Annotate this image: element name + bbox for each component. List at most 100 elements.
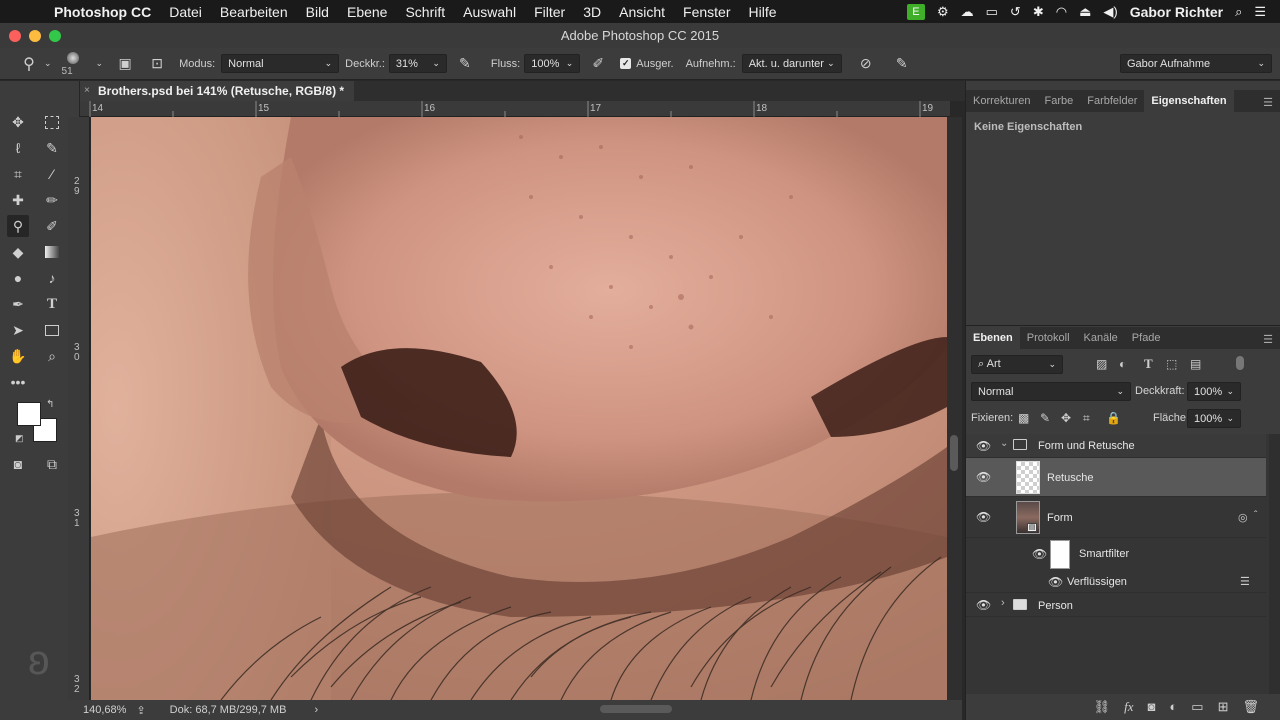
- blend-mode-select[interactable]: Normal ⌄: [971, 382, 1131, 401]
- sharing-icon[interactable]: ⚙: [937, 4, 949, 20]
- zoom-tool-icon[interactable]: ⌕: [41, 345, 63, 367]
- chevron-down-icon[interactable]: ⌄: [96, 58, 104, 69]
- horizontal-scroll-thumb[interactable]: [600, 705, 672, 713]
- marquee-tool-icon[interactable]: [41, 111, 63, 133]
- bluetooth-icon[interactable]: ✱: [1033, 4, 1044, 20]
- vertical-scroll-thumb[interactable]: [950, 435, 958, 471]
- eyedropper-tool-icon[interactable]: ⁄: [41, 163, 63, 185]
- mode-select[interactable]: Normal ⌄: [221, 54, 340, 73]
- visibility-eye-icon[interactable]: 👁: [976, 598, 991, 612]
- filter-adjustment-layers-icon[interactable]: ◐: [1119, 357, 1126, 371]
- ignore-adjustment-layers-icon[interactable]: ⊘: [854, 55, 878, 72]
- gradient-tool-icon[interactable]: [41, 241, 63, 263]
- chevron-right-icon[interactable]: ›: [1001, 597, 1005, 609]
- opacity-input[interactable]: 100% ⌄: [1187, 382, 1241, 401]
- document-tab[interactable]: × Brothers.psd bei 141% (Retusche, RGB/8…: [80, 81, 355, 101]
- crop-tool-icon[interactable]: ⌗: [7, 163, 29, 185]
- eraser-tool-icon[interactable]: ◆: [7, 241, 29, 263]
- opacity-select[interactable]: 31% ⌄: [388, 54, 447, 73]
- volume-icon[interactable]: ◀): [1103, 4, 1117, 20]
- airbrush-icon[interactable]: ✐: [586, 55, 610, 72]
- document-canvas[interactable]: [91, 117, 947, 700]
- tab-farbe[interactable]: Farbe: [1037, 90, 1080, 112]
- link-layers-icon[interactable]: ⛓: [1094, 699, 1111, 715]
- brush-panel-toggle-icon[interactable]: ▣: [113, 55, 137, 72]
- notification-center-icon[interactable]: ☰: [1254, 4, 1266, 20]
- pressure-opacity-icon[interactable]: ✎: [453, 55, 477, 72]
- fill-input[interactable]: 100% ⌄: [1187, 409, 1241, 428]
- chevron-up-icon[interactable]: ˆ: [1254, 510, 1257, 521]
- filter-shape-layers-icon[interactable]: ⬚: [1166, 357, 1177, 371]
- export-icon[interactable]: ⇪: [136, 704, 145, 717]
- menu-ebene[interactable]: Ebene: [347, 4, 387, 20]
- brush-tool-icon[interactable]: ✏: [41, 189, 63, 211]
- brush-preset-picker[interactable]: 51: [62, 49, 96, 79]
- visibility-eye-icon[interactable]: 👁: [976, 470, 991, 484]
- visibility-eye-icon[interactable]: 👁: [976, 510, 991, 524]
- menu-bearbeiten[interactable]: Bearbeiten: [220, 4, 288, 20]
- chevron-down-icon[interactable]: ⌄: [44, 58, 52, 69]
- hand-tool-icon[interactable]: ✋: [7, 345, 29, 367]
- tab-ebenen[interactable]: Ebenen: [966, 327, 1020, 349]
- layer-row[interactable]: 👁 › Person: [966, 593, 1266, 617]
- evernote-icon[interactable]: E: [906, 3, 925, 20]
- app-menu[interactable]: Photoshop CC: [54, 4, 151, 20]
- filter-smart-objects-icon[interactable]: ▤: [1190, 357, 1201, 371]
- menu-bild[interactable]: Bild: [306, 4, 329, 20]
- menu-3d[interactable]: 3D: [583, 4, 601, 20]
- spotlight-search-icon[interactable]: ⌕: [1235, 4, 1242, 20]
- tab-eigenschaften[interactable]: Eigenschaften: [1144, 90, 1234, 112]
- lock-position-icon[interactable]: ✥: [1061, 411, 1071, 425]
- chevron-down-icon[interactable]: ⌄: [1000, 438, 1008, 449]
- cloud-icon[interactable]: ☁: [961, 4, 974, 20]
- foreground-color-swatch[interactable]: [17, 402, 41, 426]
- sample-select[interactable]: Akt. u. darunter ⌄: [741, 54, 842, 73]
- menu-datei[interactable]: Datei: [169, 4, 202, 20]
- lock-image-pixels-icon[interactable]: ✎: [1040, 411, 1050, 425]
- menu-auswahl[interactable]: Auswahl: [463, 4, 516, 20]
- tab-kanaele[interactable]: Kanäle: [1077, 327, 1125, 349]
- zoom-window-button[interactable]: [49, 30, 61, 42]
- layer-row[interactable]: 👁 Smartfilter: [966, 538, 1266, 571]
- display-icon[interactable]: ▭: [986, 4, 998, 20]
- lasso-tool-icon[interactable]: ℓ: [7, 137, 29, 159]
- filter-blending-options-icon[interactable]: ☰: [1240, 575, 1250, 588]
- aligned-checkbox[interactable]: ✓: [620, 58, 632, 69]
- move-tool-icon[interactable]: ✥: [7, 111, 29, 133]
- layer-row[interactable]: 👁 ▤ Form ◎ ˆ: [966, 497, 1266, 538]
- new-layer-icon[interactable]: ⊞: [1218, 699, 1229, 715]
- visibility-eye-icon[interactable]: 👁: [976, 439, 991, 453]
- dodge-tool-icon[interactable]: ♪: [41, 267, 63, 289]
- layer-row-selected[interactable]: 👁 Retusche: [966, 458, 1266, 497]
- flow-select[interactable]: 100% ⌄: [524, 54, 581, 73]
- wifi-icon[interactable]: ◠: [1056, 4, 1067, 20]
- rectangle-tool-icon[interactable]: [41, 319, 63, 341]
- path-selection-tool-icon[interactable]: ➤: [7, 319, 29, 341]
- panel-menu-icon[interactable]: ☰: [1263, 333, 1273, 346]
- clone-stamp-tool-icon[interactable]: ⚲: [7, 215, 29, 237]
- clone-stamp-tool-preset-icon[interactable]: ⚲: [14, 54, 44, 74]
- layer-style-fx-icon[interactable]: fx: [1124, 699, 1133, 715]
- healing-brush-tool-icon[interactable]: ✚: [7, 189, 29, 211]
- visibility-eye-icon[interactable]: 👁: [1032, 547, 1047, 561]
- pressure-size-icon[interactable]: ✎: [890, 55, 914, 72]
- minimize-window-button[interactable]: [29, 30, 41, 42]
- swap-colors-icon[interactable]: ↰: [46, 399, 54, 410]
- visibility-eye-icon[interactable]: 👁: [1048, 575, 1063, 589]
- menu-filter[interactable]: Filter: [534, 4, 565, 20]
- chevron-right-icon[interactable]: ›: [314, 704, 318, 716]
- quick-mask-icon[interactable]: ◙: [7, 453, 29, 475]
- menu-hilfe[interactable]: Hilfe: [749, 4, 777, 20]
- new-adjustment-layer-icon[interactable]: ◐: [1169, 699, 1177, 714]
- pen-tool-icon[interactable]: ✒: [7, 293, 29, 315]
- menu-schrift[interactable]: Schrift: [405, 4, 445, 20]
- user-name[interactable]: Gabor Richter: [1130, 4, 1223, 20]
- new-group-icon[interactable]: ▭: [1191, 699, 1203, 715]
- default-colors-icon[interactable]: ◩: [15, 433, 24, 444]
- close-tab-icon[interactable]: ×: [84, 81, 90, 101]
- filter-pixel-layers-icon[interactable]: ▨: [1096, 357, 1107, 371]
- filter-toggle[interactable]: [1236, 356, 1244, 370]
- layers-scrollbar[interactable]: [1269, 434, 1280, 694]
- add-mask-icon[interactable]: ◙: [1148, 699, 1156, 714]
- tab-farbfelder[interactable]: Farbfelder: [1080, 90, 1144, 112]
